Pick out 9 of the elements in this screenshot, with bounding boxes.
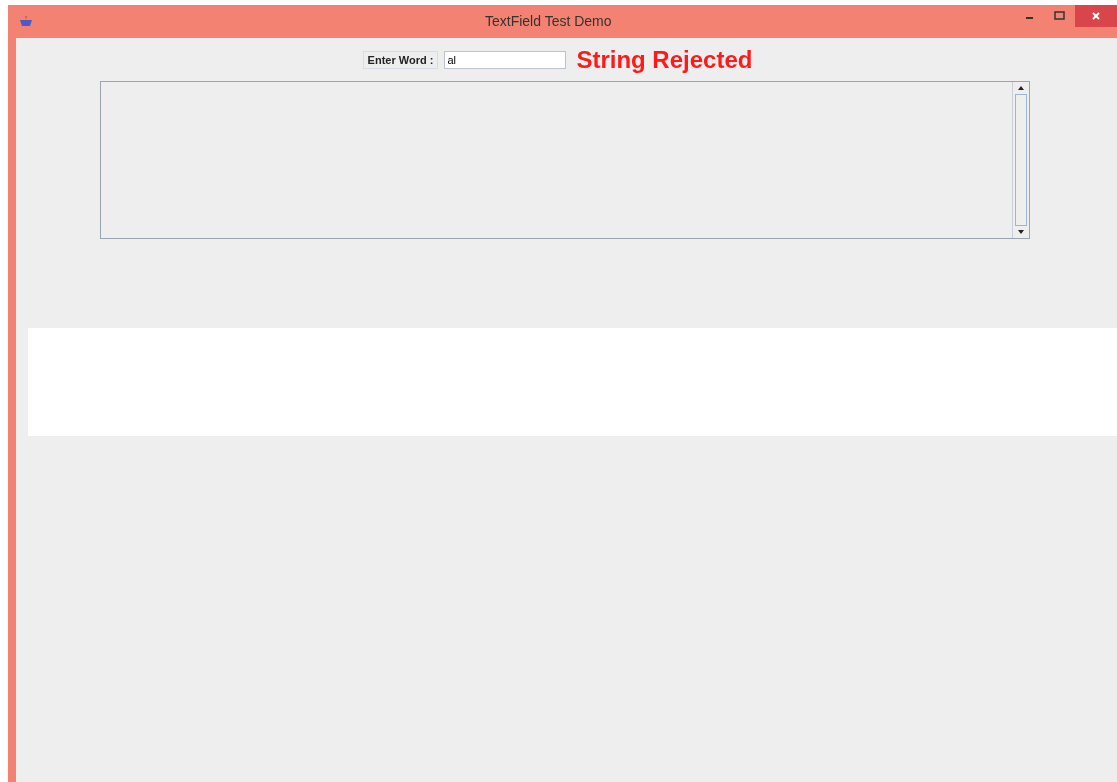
close-icon[interactable] <box>1091 11 1101 21</box>
cup-icon <box>18 15 34 28</box>
maximize-icon[interactable] <box>1054 11 1066 21</box>
close-button[interactable] <box>1075 5 1117 27</box>
scrollbar[interactable] <box>1012 82 1029 238</box>
field-label: Enter Word : <box>362 51 439 69</box>
status-message: String Rejected <box>576 46 753 74</box>
window-title: TextField Test Demo <box>485 13 612 29</box>
word-field[interactable]: al <box>444 51 567 69</box>
